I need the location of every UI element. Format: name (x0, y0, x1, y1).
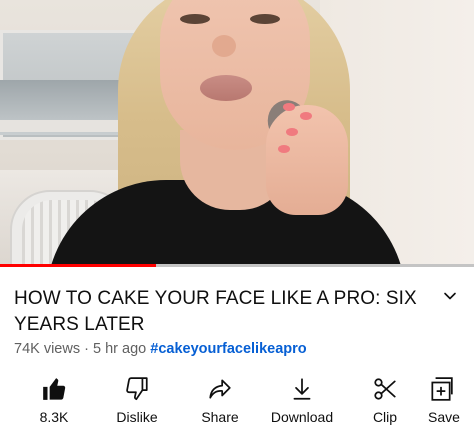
like-button[interactable]: 8.3K (14, 374, 94, 430)
thumbs-down-outline-icon (126, 377, 148, 401)
fingernail (278, 145, 290, 153)
chevron-down-icon (444, 292, 456, 300)
download-button[interactable]: Download (262, 374, 342, 430)
video-title[interactable]: HOW TO CAKE YOUR FACE LIKE A PRO: SIX YE… (14, 286, 424, 338)
download-label: Download (270, 409, 334, 425)
dislike-button[interactable]: Dislike (97, 374, 177, 430)
share-button[interactable]: Share (180, 374, 260, 430)
dislike-label: Dislike (116, 409, 158, 425)
fingernail (286, 128, 298, 136)
hashtag-link[interactable]: #cakeyourfacelikeapro (150, 341, 306, 357)
video-meta: 74K views · 5 hr ago #cakeyourfacelikeap… (14, 341, 307, 357)
action-row: 8.3K Dislike Share Download Clip Save (0, 374, 474, 436)
thumbs-up-filled-icon (43, 378, 66, 400)
upload-age: 5 hr ago (93, 341, 147, 357)
person-eye-right (250, 14, 280, 24)
view-count: 74K views (14, 341, 81, 357)
fingernail (283, 103, 295, 111)
fingernail (300, 112, 312, 120)
add-to-playlist-icon (431, 377, 453, 401)
person-hand (266, 105, 348, 215)
video-player[interactable] (0, 0, 474, 266)
person-lips (200, 75, 252, 101)
download-icon (293, 378, 311, 400)
person-nose (212, 35, 236, 57)
share-label: Share (201, 409, 239, 425)
clip-label: Clip (372, 409, 398, 425)
video-progress-bar[interactable] (0, 264, 474, 267)
clip-button[interactable]: Clip (345, 374, 425, 430)
scissors-icon (374, 378, 396, 400)
meta-separator: · (84, 341, 89, 357)
save-label: Save (428, 409, 460, 425)
person-eye-left (180, 14, 210, 24)
save-button[interactable]: Save (428, 374, 474, 430)
like-count: 8.3K (39, 409, 69, 425)
share-arrow-icon (209, 379, 231, 399)
video-progress-fill (0, 264, 157, 267)
expand-description-button[interactable] (440, 286, 460, 306)
